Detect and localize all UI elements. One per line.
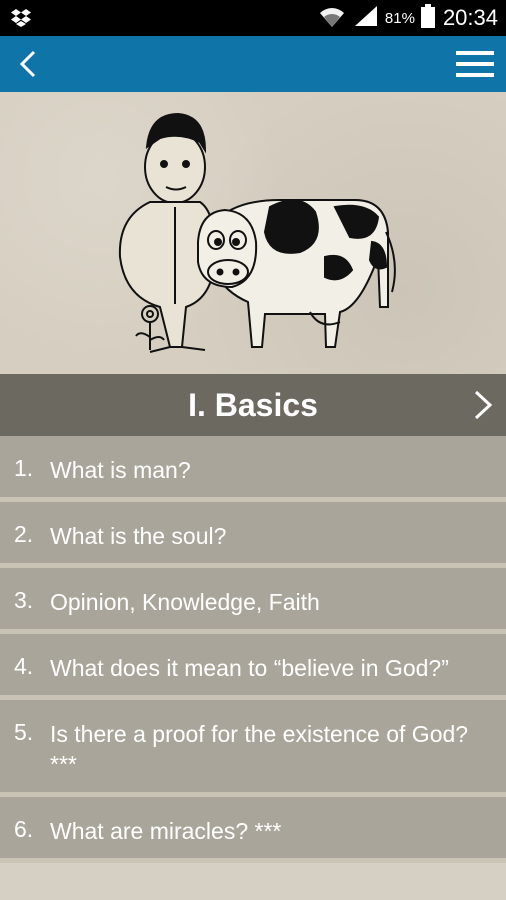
chapter-list: 1. What is man? 2. What is the soul? 3. … [0, 436, 506, 863]
item-number: 4. [14, 653, 34, 679]
chevron-right-icon[interactable] [472, 389, 494, 421]
section-title: I. Basics [188, 386, 318, 423]
list-item[interactable]: 3. Opinion, Knowledge, Faith [0, 568, 506, 634]
list-item[interactable]: 2. What is the soul? [0, 502, 506, 568]
item-title: Is there a proof for the existence of Go… [50, 721, 469, 777]
item-title: What are miracles? *** [50, 818, 282, 844]
status-bar: 81% 20:34 [0, 0, 506, 36]
hero-illustration [0, 92, 506, 374]
item-number: 1. [14, 455, 34, 481]
item-title: What is man? [50, 457, 191, 483]
item-title: What is the soul? [50, 523, 227, 549]
item-number: 5. [14, 719, 34, 745]
signal-icon [353, 4, 379, 33]
item-title: Opinion, Knowledge, Faith [50, 589, 320, 615]
item-title: What does it mean to “believe in God?” [50, 655, 449, 681]
list-item[interactable]: 6. What are miracles? *** [0, 797, 506, 863]
clock: 20:34 [442, 5, 498, 30]
list-item[interactable]: 5. Is there a proof for the existence of… [0, 700, 506, 797]
item-number: 6. [14, 816, 34, 842]
dropbox-icon [10, 8, 32, 33]
battery-percent: 81% [384, 9, 415, 27]
man-and-cow-illustration [118, 112, 396, 353]
hamburger-menu-icon[interactable] [456, 48, 494, 80]
list-item[interactable]: 4. What does it mean to “believe in God?… [0, 634, 506, 700]
wifi-icon [317, 3, 347, 34]
list-item[interactable]: 1. What is man? [0, 436, 506, 502]
app-bar [0, 36, 506, 92]
battery-icon [420, 3, 435, 33]
item-number: 3. [14, 587, 34, 613]
back-arrow-icon[interactable] [14, 48, 46, 80]
item-number: 2. [14, 521, 34, 547]
section-header: I. Basics [0, 374, 506, 436]
